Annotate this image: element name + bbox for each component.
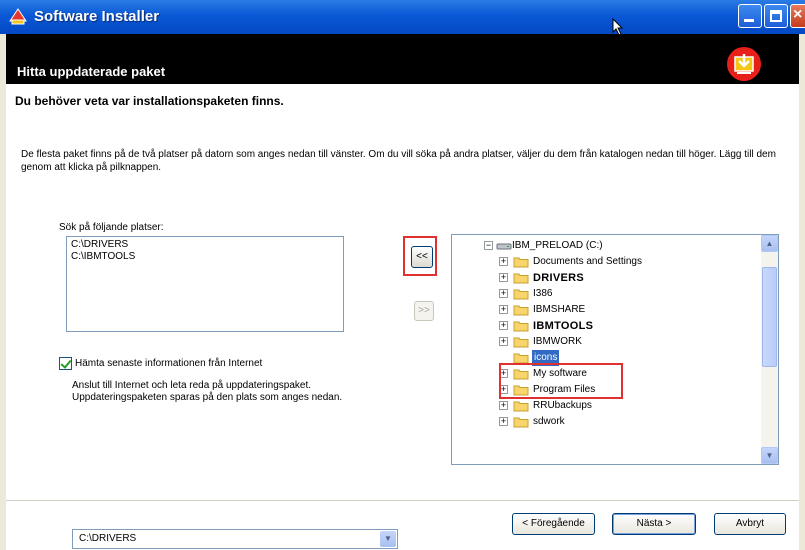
folder-icon [513,401,529,412]
tree-node-label: IBMWORK [533,336,582,347]
maximize-icon [770,10,782,22]
window-title: Software Installer [34,8,160,25]
expand-icon[interactable]: + [499,257,508,266]
folder-icon [513,321,529,332]
folder-icon [513,417,529,428]
collapse-icon[interactable]: − [484,241,493,250]
list-item[interactable]: C:\IBMTOOLS [71,251,339,263]
installer-window: Software Installer × Hitta uppdaterade p… [0,0,805,550]
wizard-header: Hitta uppdaterade paket [6,34,799,84]
page-title: Hitta uppdaterade paket [17,64,166,79]
selection-highlight [499,363,623,399]
folder-icon [513,289,529,300]
expand-icon[interactable]: + [499,305,508,314]
folder-icon [513,337,529,348]
subheading: Du behöver veta var installationspaketen… [15,94,284,108]
folder-icon [513,257,529,268]
maximize-button[interactable] [764,4,788,28]
search-locations-list[interactable]: C:\DRIVERS C:\IBMTOOLS [66,236,344,332]
remove-location-button[interactable]: >> [414,301,434,321]
minimize-icon [744,19,754,22]
download-directory-select[interactable]: C:\DRIVERS ▼ [72,529,398,549]
close-button[interactable]: × [790,4,805,28]
select-value: C:\DRIVERS [79,533,137,544]
expand-icon[interactable]: + [499,289,508,298]
expand-icon[interactable]: + [499,417,508,426]
directory-tree[interactable]: − IBM_PRELOAD (C:) + Documents and Setti… [451,234,779,465]
scroll-up-button[interactable]: ▲ [761,235,778,252]
internet-checkbox[interactable] [59,357,72,370]
description-text: De flesta paket finns på de två platser … [21,149,776,173]
tree-node-label: I386 [533,288,553,299]
tree-node-label: IBM_PRELOAD (C:) [512,240,603,251]
tree-scrollbar[interactable]: ▲ ▼ [761,235,778,464]
next-button[interactable]: Nästa > [612,513,696,535]
add-location-button[interactable]: << [411,246,433,268]
expand-icon[interactable]: + [499,273,508,282]
expand-icon[interactable]: + [499,337,508,346]
expand-icon[interactable]: + [499,321,508,330]
tree-node-label: DRIVERS [533,272,584,284]
cancel-button[interactable]: Avbryt [714,513,786,535]
internet-checkbox-label[interactable]: Hämta senaste informationen från Interne… [75,358,262,369]
drive-icon [496,243,512,250]
back-button[interactable]: < Föregående [512,513,595,535]
minimize-button[interactable] [738,4,762,28]
wizard-content: Du behöver veta var installationspaketen… [6,84,799,550]
footer-divider [6,500,799,501]
download-icon [727,47,761,81]
tree-node-label: Documents and Settings [533,256,642,267]
tree-node-label: RRUbackups [533,400,592,411]
tree-node-label: IBMSHARE [533,304,586,315]
expand-icon[interactable]: + [499,401,508,410]
search-locations-label: Sök på följande platser: [59,222,164,233]
folder-icon [513,305,529,316]
internet-description: Anslut till Internet och leta reda på up… [72,380,343,403]
list-item[interactable]: C:\DRIVERS [71,239,339,251]
tree-node-label: IBMTOOLS [533,320,594,332]
folder-icon [513,273,529,284]
scroll-thumb[interactable] [762,267,777,367]
close-icon: × [793,6,803,23]
tree-node-label: sdwork [533,416,565,427]
installer-icon [9,8,27,25]
title-bar[interactable]: Software Installer × [0,0,805,36]
scroll-down-button[interactable]: ▼ [761,447,778,464]
chevron-down-icon[interactable]: ▼ [380,531,396,547]
